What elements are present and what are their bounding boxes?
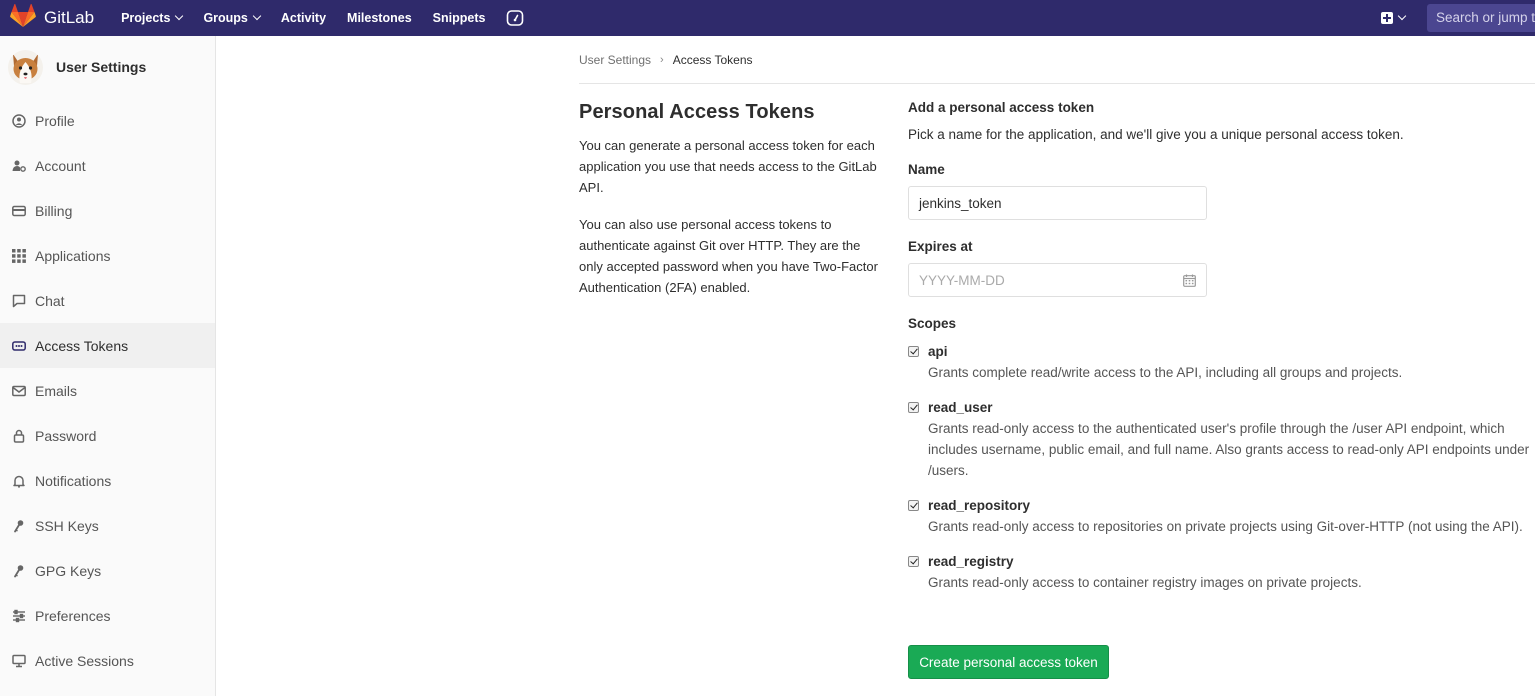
intro-paragraph: You can also use personal access tokens … — [579, 217, 878, 295]
nav-projects[interactable]: Projects — [121, 11, 184, 25]
envelope-icon — [12, 384, 26, 398]
sidebar-item-label: Billing — [35, 202, 73, 219]
gitlab-home-link[interactable]: GitLab — [10, 3, 95, 33]
nav-activity[interactable]: Activity — [281, 11, 326, 25]
scope-description: Grants complete read/write access to the… — [928, 365, 1403, 380]
breadcrumb-user-settings[interactable]: User Settings — [579, 53, 651, 67]
form-heading: Add a personal access token — [908, 100, 1095, 115]
intro-paragraph: You can generate a personal access token… — [579, 138, 877, 195]
sidebar-item-emails[interactable]: Emails — [0, 368, 215, 413]
scope-name[interactable]: read_repository — [928, 497, 1523, 514]
settings-sidebar: User Settings Profile Account Billing Ap… — [0, 36, 216, 696]
scope-api: api Grants complete read/write access to… — [908, 343, 1535, 383]
sidebar-item-account[interactable]: Account — [0, 143, 215, 188]
expires-at-field[interactable]: YYYY-MM-DD — [908, 263, 1207, 297]
chevron-down-icon — [252, 11, 262, 21]
performance-gauge-icon[interactable] — [506, 9, 524, 27]
sidebar-item-billing[interactable]: Billing — [0, 188, 215, 233]
scope-name[interactable]: api — [928, 343, 1402, 360]
monitor-icon — [12, 654, 26, 668]
key-icon — [12, 519, 26, 533]
top-navbar: GitLab Projects Groups Activity Mileston… — [0, 0, 1535, 36]
form-subheading: Pick a name for the application, and we'… — [908, 127, 1404, 142]
key-icon — [12, 564, 26, 578]
plus-icon — [1381, 12, 1393, 24]
page-title: Personal Access Tokens — [579, 101, 815, 123]
scope-read-registry-checkbox[interactable] — [908, 556, 919, 567]
breadcrumb: User Settings › Access Tokens — [579, 53, 753, 67]
chevron-down-icon — [1397, 11, 1407, 21]
sidebar-item-notifications[interactable]: Notifications — [0, 458, 215, 503]
sidebar-item-applications[interactable]: Applications — [0, 233, 215, 278]
lock-icon — [12, 429, 26, 443]
create-token-button[interactable]: Create personal access token — [908, 645, 1109, 679]
sidebar-item-label: Preferences — [35, 607, 111, 624]
scope-description: Grants read-only access to repositories … — [928, 519, 1523, 534]
breadcrumb-access-tokens[interactable]: Access Tokens — [673, 53, 753, 67]
scope-name[interactable]: read_user — [928, 399, 1535, 416]
search-input[interactable]: Search or jump to — [1427, 4, 1535, 32]
expires-label: Expires at — [908, 239, 973, 254]
intro-column: Personal Access Tokens You can generate … — [579, 101, 884, 314]
brand-name: GitLab — [44, 8, 95, 27]
sidebar-item-label: Password — [35, 427, 97, 444]
sidebar-item-label: Account — [35, 157, 86, 174]
chevron-right-icon: › — [660, 54, 664, 66]
name-field[interactable]: jenkins_token — [908, 186, 1207, 220]
scope-name[interactable]: read_registry — [928, 553, 1362, 570]
account-icon — [12, 159, 26, 173]
scope-description: Grants read-only access to container reg… — [928, 575, 1362, 590]
sidebar-item-label: SSH Keys — [35, 517, 99, 534]
sidebar-header[interactable]: User Settings — [0, 36, 215, 98]
sidebar-item-access-tokens[interactable]: Access Tokens — [0, 323, 215, 368]
scope-read-user: read_user Grants read-only access to the… — [908, 399, 1535, 481]
nav-projects-label: Projects — [121, 11, 171, 25]
sidebar-item-password[interactable]: Password — [0, 413, 215, 458]
name-label: Name — [908, 162, 945, 177]
sidebar-item-gpg-keys[interactable]: GPG Keys — [0, 548, 215, 593]
scope-read-repository: read_repository Grants read-only access … — [908, 497, 1535, 537]
nav-milestones[interactable]: Milestones — [347, 11, 412, 25]
sidebar-item-label: Chat — [35, 292, 65, 309]
sidebar-item-active-sessions[interactable]: Active Sessions — [0, 638, 215, 683]
calendar-icon — [1183, 274, 1196, 287]
bell-icon — [12, 474, 26, 488]
nav-snippets[interactable]: Snippets — [433, 11, 486, 25]
gitlab-logo-icon — [10, 3, 36, 33]
avatar — [8, 49, 43, 85]
sidebar-item-chat[interactable]: Chat — [0, 278, 215, 323]
breadcrumb-divider — [579, 83, 1535, 84]
scope-description: Grants read-only access to the authentic… — [928, 421, 1530, 478]
sidebar-title: User Settings — [56, 59, 147, 75]
sidebar-item-profile[interactable]: Profile — [0, 98, 215, 143]
sidebar-item-ssh-keys[interactable]: SSH Keys — [0, 503, 215, 548]
sidebar-item-label: Applications — [35, 247, 111, 264]
credit-card-icon — [12, 204, 26, 218]
new-item-dropdown[interactable] — [1381, 11, 1407, 24]
token-form: Add a personal access token Pick a name … — [908, 100, 1535, 593]
chat-icon — [12, 294, 26, 308]
scope-read-repository-checkbox[interactable] — [908, 500, 919, 511]
scope-read-user-checkbox[interactable] — [908, 402, 919, 413]
sliders-icon — [12, 609, 26, 623]
sidebar-item-label: Notifications — [35, 472, 112, 489]
sidebar-item-label: Access Tokens — [35, 337, 129, 354]
sidebar-item-label: Profile — [35, 112, 75, 129]
expires-placeholder: YYYY-MM-DD — [919, 272, 1005, 288]
chevron-down-icon — [175, 11, 184, 21]
nav-groups-label: Groups — [203, 11, 248, 25]
scope-api-checkbox[interactable] — [908, 346, 919, 357]
sidebar-item-label: GPG Keys — [35, 562, 102, 579]
sidebar-item-label: Active Sessions — [35, 652, 134, 669]
applications-icon — [12, 248, 26, 263]
profile-icon — [12, 113, 26, 128]
sidebar-item-preferences[interactable]: Preferences — [0, 593, 215, 638]
scopes-label: Scopes — [908, 316, 957, 331]
sidebar-item-label: Emails — [35, 382, 78, 399]
token-icon — [12, 339, 26, 353]
scope-read-registry: read_registry Grants read-only access to… — [908, 553, 1535, 593]
nav-groups[interactable]: Groups — [203, 11, 262, 25]
